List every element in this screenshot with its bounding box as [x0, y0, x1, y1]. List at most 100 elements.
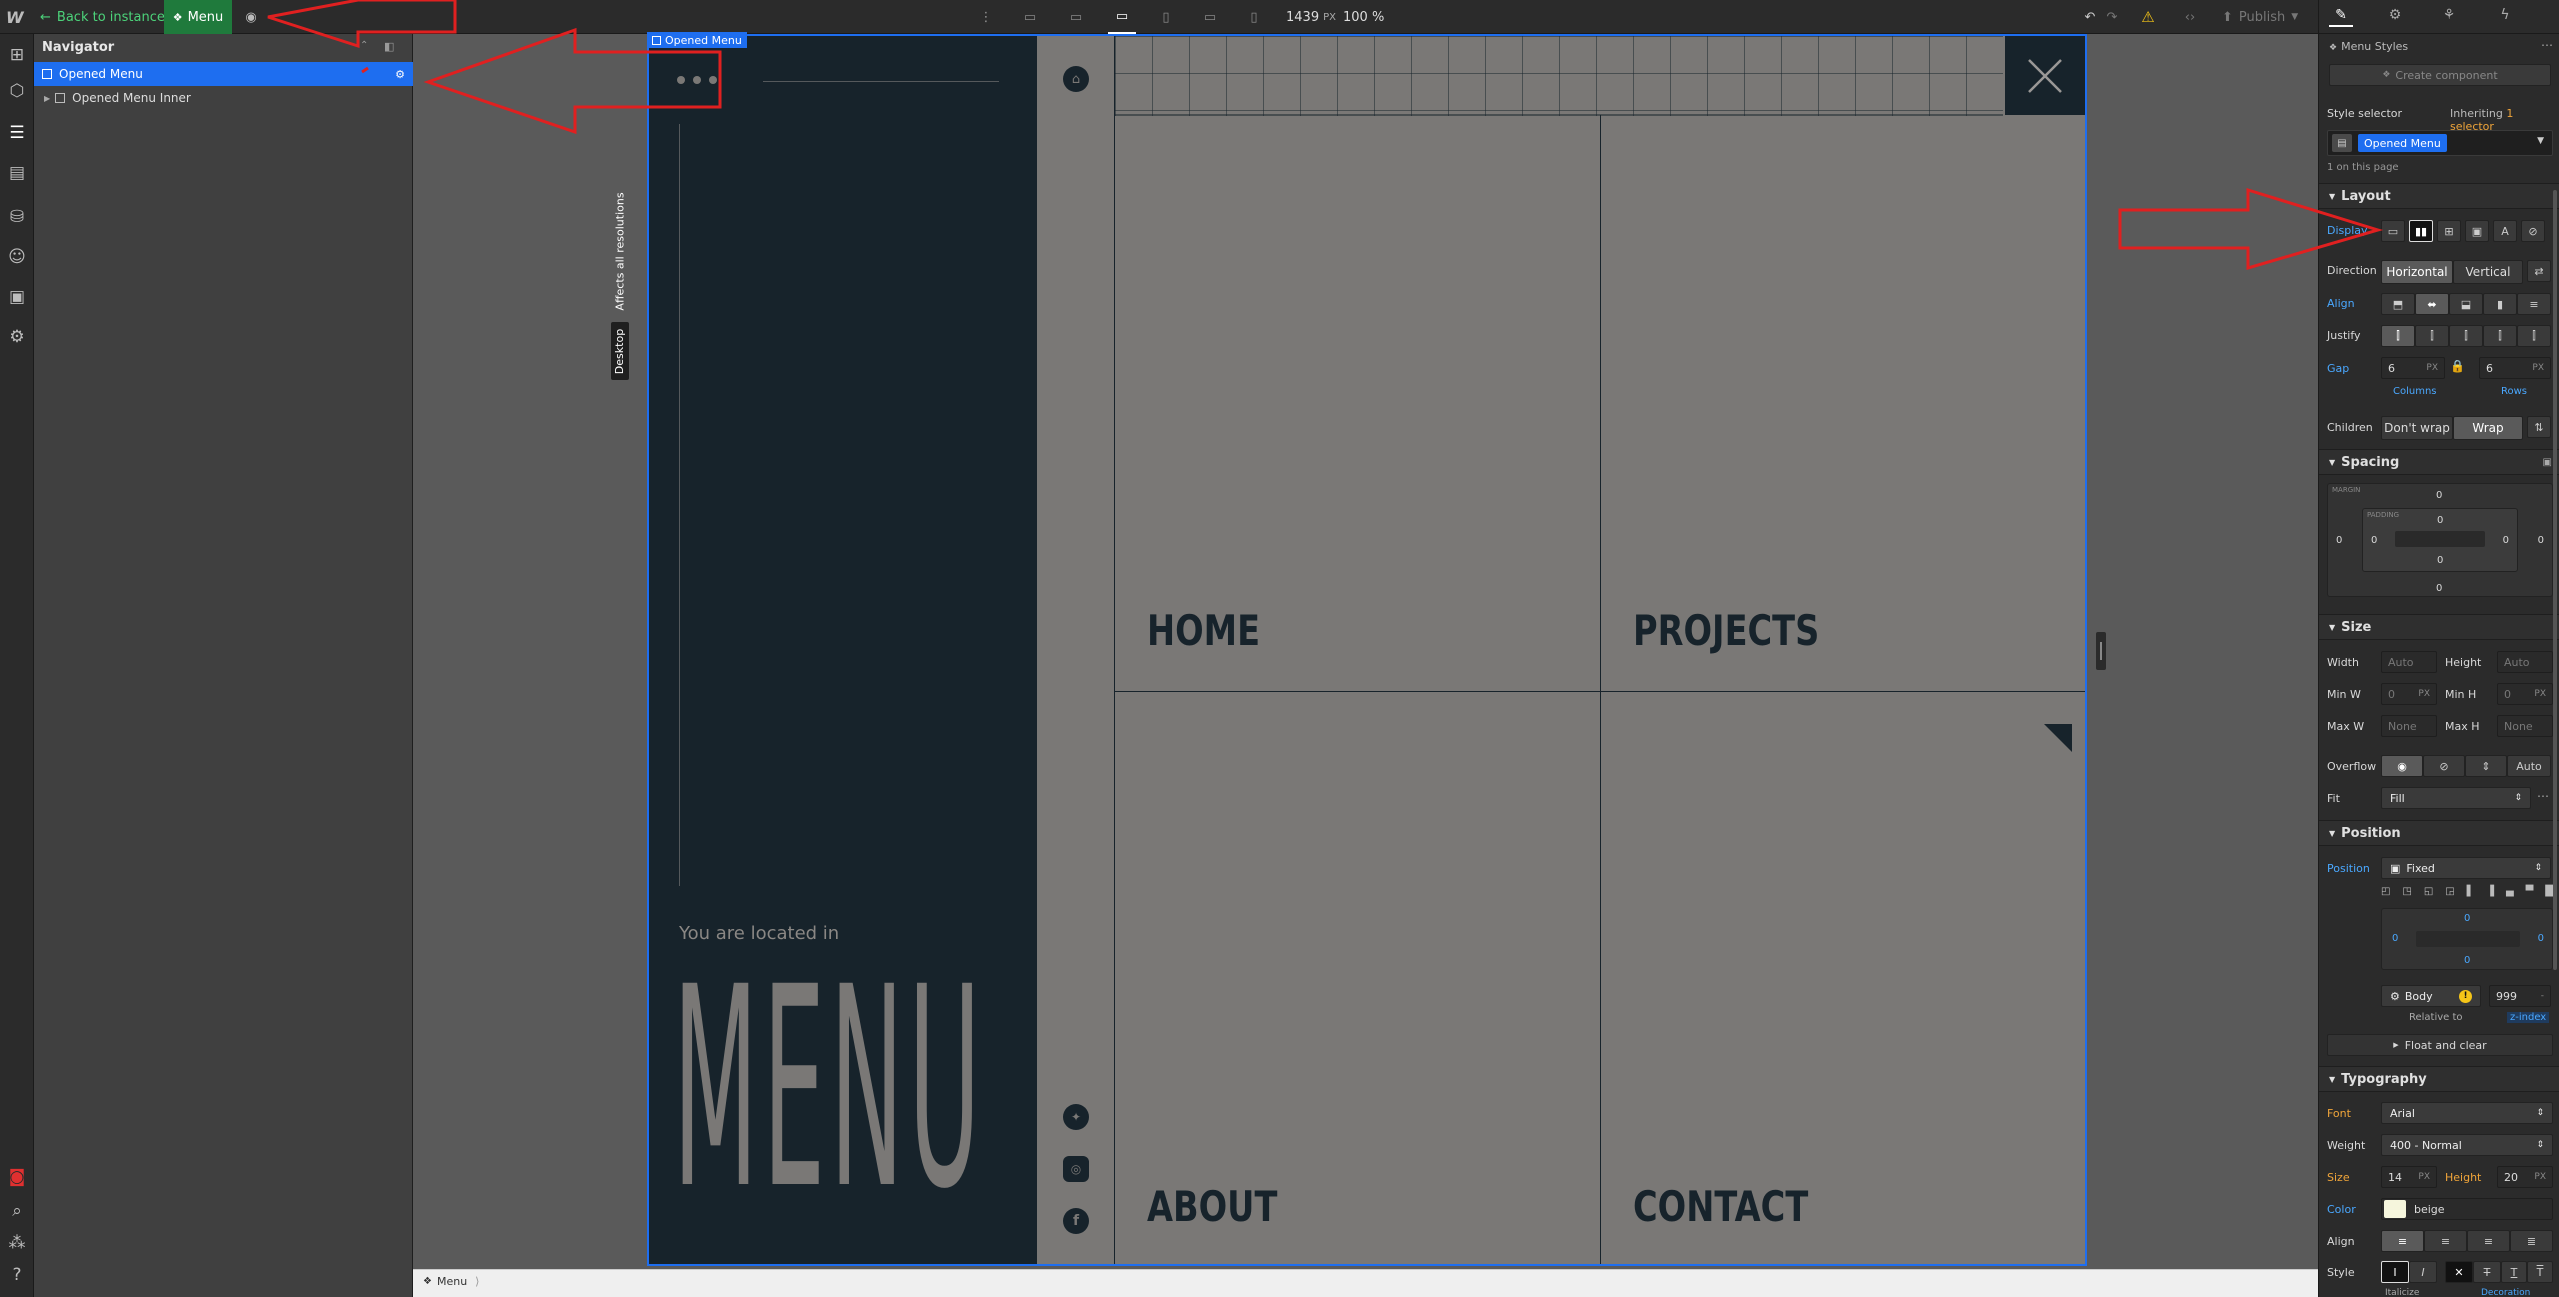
style-regular-button[interactable]: I — [2381, 1261, 2409, 1283]
max-width-input[interactable]: None — [2381, 715, 2437, 737]
preset-full-icon[interactable]: █ — [2545, 886, 2553, 902]
settings-icon[interactable]: ⚙ — [0, 320, 34, 354]
offset-left-value[interactable]: 0 — [2392, 933, 2398, 944]
justify-center-button[interactable]: ⫿ — [2415, 325, 2449, 347]
font-family-select[interactable]: Arial ⇕ — [2381, 1102, 2553, 1124]
breakpoint-mobile-icon[interactable]: ▯ — [1244, 0, 1264, 34]
align-baseline-button[interactable]: ≡ — [2517, 293, 2551, 315]
overflow-auto-button[interactable]: Auto — [2507, 755, 2551, 777]
record-icon[interactable]: ◙ — [0, 1160, 34, 1194]
children-wrap-button[interactable]: Wrap — [2453, 416, 2523, 440]
offset-bottom-value[interactable]: 0 — [2464, 955, 2470, 966]
overflow-hidden-button[interactable]: ⊘ — [2423, 755, 2465, 777]
width-input[interactable]: Auto — [2381, 651, 2437, 673]
align-left-button[interactable]: ≡ — [2381, 1230, 2424, 1252]
frame-resize-handle[interactable] — [2096, 632, 2106, 670]
overflow-visible-button[interactable]: ◉ — [2381, 755, 2423, 777]
position-select[interactable]: ▣ Fixed ⇕ — [2381, 857, 2551, 879]
publish-button[interactable]: ⬆ Publish ▼ — [2222, 0, 2298, 34]
close-menu-button[interactable] — [2005, 36, 2085, 115]
preset-bottom-left-icon[interactable]: ◱ — [2424, 886, 2433, 902]
layout-section-header[interactable]: ▼ Layout — [2319, 183, 2559, 209]
undo-icon[interactable]: ↶ — [2080, 0, 2100, 34]
selector-field[interactable]: ▤ Opened Menu ▼ — [2327, 130, 2553, 156]
nav-row-opened-menu[interactable]: Opened Menu ⚙ — [34, 62, 413, 86]
home-icon[interactable]: ⌂ — [1063, 66, 1089, 92]
margin-box[interactable]: MARGIN 0 0 0 0 PADDING 0 0 0 0 — [2327, 483, 2553, 597]
min-height-input[interactable]: 0 PX — [2497, 683, 2553, 705]
warning-icon[interactable]: ⚠ — [2136, 0, 2160, 34]
display-none-button[interactable]: ⊘ — [2521, 220, 2545, 242]
typography-section-header[interactable]: ▼ Typography — [2319, 1066, 2559, 1092]
position-section-header[interactable]: ▼ Position — [2319, 820, 2559, 846]
align-stretch-button[interactable]: ▮ — [2483, 293, 2517, 315]
create-component-button[interactable]: ❖ Create component — [2329, 64, 2551, 86]
display-inline-block-button[interactable]: ▣ — [2465, 220, 2489, 242]
code-icon[interactable]: ‹› — [2178, 0, 2202, 34]
preset-top-icon[interactable]: ▀ — [2526, 886, 2534, 902]
symbol-settings-icon[interactable]: ⚙ — [395, 68, 405, 81]
components-icon[interactable]: ⬡ — [0, 74, 34, 108]
style-brush-icon[interactable]: ✎ — [2329, 7, 2353, 27]
design-canvas[interactable]: Affects all resolutions Desktop Opened M… — [413, 32, 2318, 1269]
display-inline-button[interactable]: A — [2493, 220, 2517, 242]
menu-link-contact[interactable]: CONTACT — [1633, 1182, 1808, 1231]
justify-start-button[interactable]: ⫿ — [2381, 325, 2415, 347]
padding-left-value[interactable]: 0 — [2371, 535, 2377, 546]
pages-icon[interactable]: ▤ — [0, 156, 34, 190]
display-grid-button[interactable]: ⊞ — [2437, 220, 2461, 242]
offset-right-value[interactable]: 0 — [2538, 933, 2544, 944]
add-elements-icon[interactable]: ⊞ — [0, 38, 34, 72]
children-dont-wrap-button[interactable]: Don't wrap — [2381, 416, 2453, 440]
more-breakpoints-icon[interactable]: ⋮ — [978, 0, 994, 34]
element-settings-icon[interactable]: ⚙ — [2383, 7, 2407, 23]
float-and-clear-toggle[interactable]: ▶ Float and clear — [2327, 1034, 2553, 1056]
breadcrumb-item-menu[interactable]: ❖ Menu ⟩ — [423, 1275, 479, 1288]
apps-icon[interactable]: ⁂ — [0, 1226, 34, 1260]
display-flex-button[interactable]: ▮▮ — [2409, 220, 2433, 242]
nav-row-opened-menu-inner[interactable]: ▶ Opened Menu Inner — [34, 86, 413, 110]
font-size-input[interactable]: 14 PX — [2381, 1166, 2437, 1188]
padding-top-value[interactable]: 0 — [2437, 515, 2443, 526]
users-icon[interactable]: ☺ — [0, 240, 34, 274]
decoration-none-button[interactable]: ✕ — [2445, 1261, 2473, 1283]
z-index-input[interactable]: 999 - — [2489, 985, 2551, 1007]
display-block-button[interactable]: ▭ — [2381, 220, 2405, 242]
lock-icon[interactable]: 🔒 — [2450, 359, 2465, 373]
justify-space-between-button[interactable]: ⫿ — [2483, 325, 2517, 347]
spacing-options-icon[interactable]: ▣ — [2543, 457, 2552, 468]
min-width-input[interactable]: 0 PX — [2381, 683, 2437, 705]
twitter-icon[interactable]: ✦ — [1063, 1104, 1089, 1130]
navigator-icon[interactable]: ☰ — [0, 116, 34, 150]
cms-icon[interactable]: ⛁ — [0, 200, 34, 234]
preset-top-left-icon[interactable]: ◰ — [2381, 886, 2390, 902]
chevron-down-icon[interactable]: ▼ — [2537, 136, 2544, 146]
position-offsets-box[interactable]: 0 0 0 0 — [2381, 908, 2553, 970]
decoration-overline-button[interactable]: T — [2527, 1261, 2553, 1283]
padding-box[interactable]: PADDING 0 0 0 0 — [2362, 508, 2518, 572]
align-start-button[interactable]: ⬒ — [2381, 293, 2415, 315]
zoom-readout[interactable]: 100 % — [1343, 0, 1384, 34]
preset-bottom-icon[interactable]: ▄ — [2506, 886, 2514, 902]
back-to-instance-button[interactable]: ← Back to instance — [40, 0, 165, 34]
direction-horizontal-button[interactable]: Horizontal — [2381, 260, 2453, 284]
preset-bottom-right-icon[interactable]: ◲ — [2445, 886, 2454, 902]
preview-eye-button[interactable]: ◉ — [238, 0, 264, 34]
offset-top-value[interactable]: 0 — [2464, 913, 2470, 924]
max-height-input[interactable]: None — [2497, 715, 2553, 737]
reverse-direction-icon[interactable]: ⇄ — [2527, 260, 2551, 282]
fit-more-icon[interactable]: ⋯ — [2537, 789, 2549, 803]
style-manager-icon[interactable]: ⚘ — [2437, 7, 2461, 23]
redo-icon[interactable]: ↷ — [2102, 0, 2122, 34]
padding-bottom-value[interactable]: 0 — [2437, 555, 2443, 566]
padding-right-value[interactable]: 0 — [2503, 535, 2509, 546]
overflow-scroll-button[interactable]: ⇕ — [2465, 755, 2507, 777]
breakpoint-xxl-icon[interactable]: ▭ — [1016, 0, 1044, 34]
preset-right-icon[interactable]: ▐ — [2486, 886, 2494, 902]
preset-left-icon[interactable]: ▌ — [2467, 886, 2475, 902]
margin-bottom-value[interactable]: 0 — [2436, 583, 2442, 594]
align-right-button[interactable]: ≡ — [2467, 1230, 2510, 1252]
selector-mode-icon[interactable]: ▤ — [2332, 134, 2352, 152]
justify-end-button[interactable]: ⫿ — [2449, 325, 2483, 347]
line-height-input[interactable]: 20 PX — [2497, 1166, 2553, 1188]
